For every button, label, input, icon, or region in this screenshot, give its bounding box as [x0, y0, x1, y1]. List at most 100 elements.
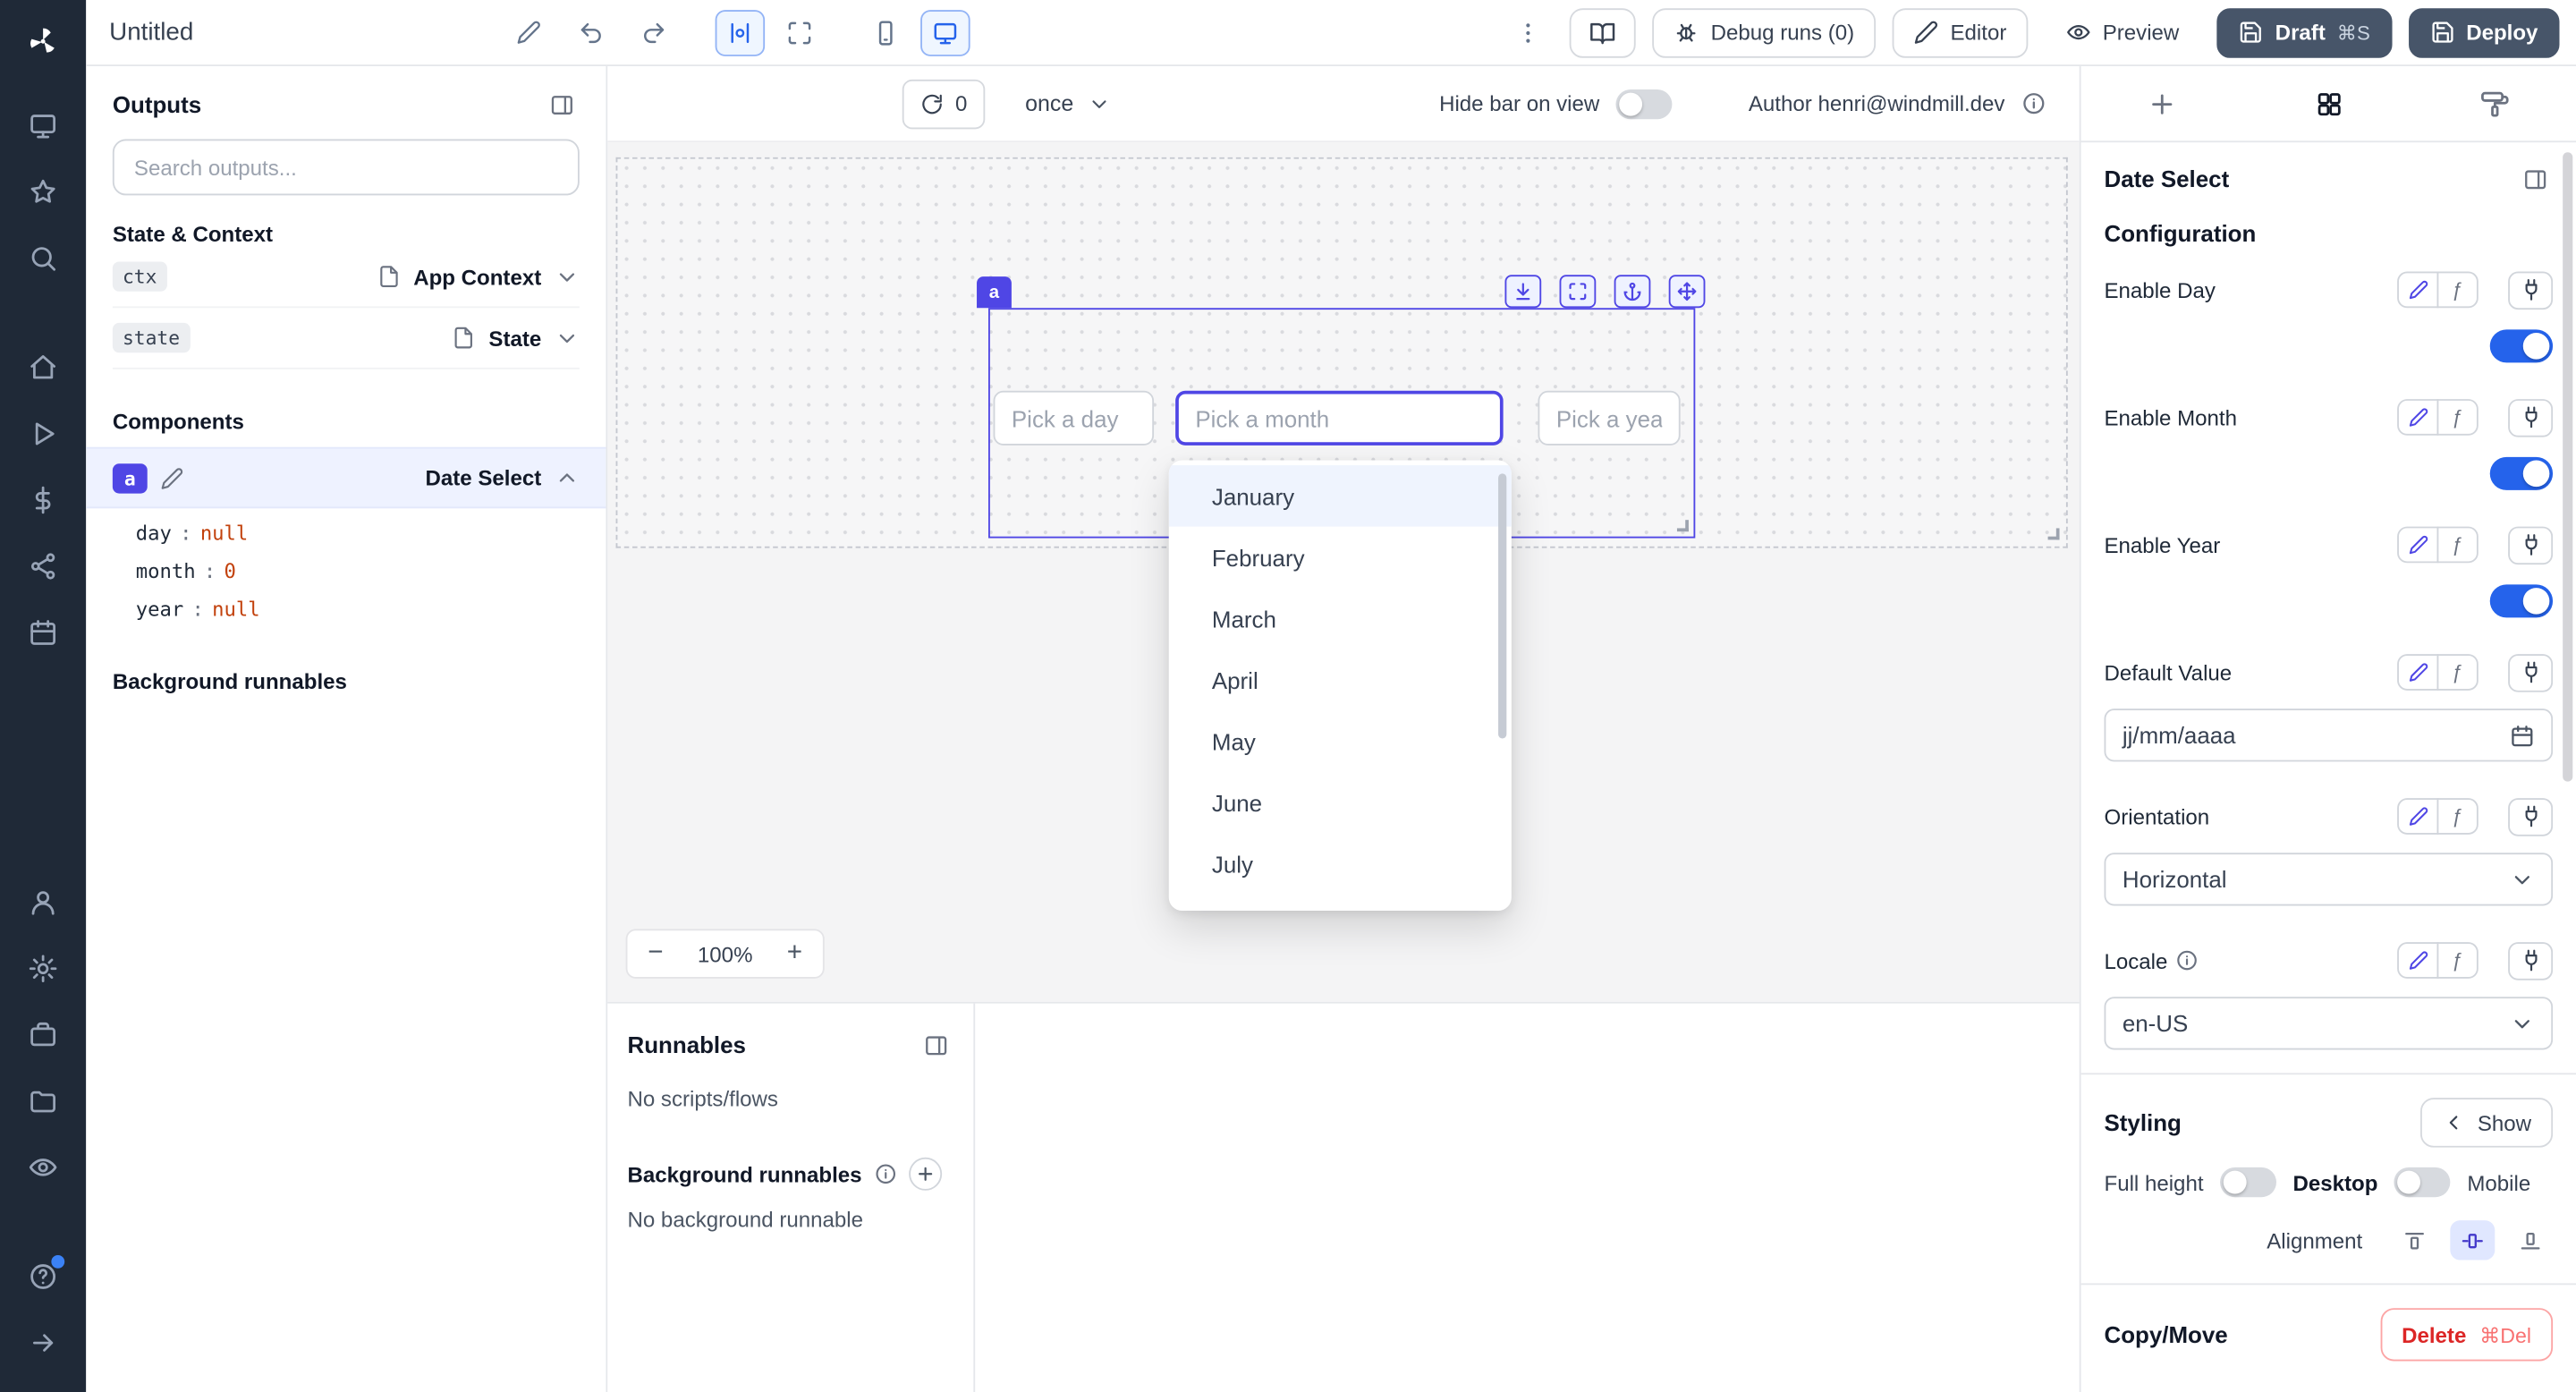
- expand-component-button[interactable]: [1560, 275, 1597, 308]
- sidebar-runs-button[interactable]: [12, 403, 74, 465]
- sidebar-favorites-button[interactable]: [12, 161, 74, 224]
- sidebar-help-button[interactable]: [12, 1245, 74, 1308]
- state-row[interactable]: state State: [113, 308, 580, 369]
- connect-output-button[interactable]: [2508, 526, 2553, 564]
- rename-app-button[interactable]: [504, 9, 554, 55]
- component-row-a[interactable]: a Date Select: [86, 447, 606, 508]
- collapse-outputs-button[interactable]: [543, 86, 580, 123]
- desktop-toggle[interactable]: [2394, 1167, 2451, 1197]
- delete-component-button[interactable]: Delete ⌘Del: [2380, 1308, 2553, 1361]
- sidebar-search-button[interactable]: [12, 227, 74, 290]
- pick-month-input[interactable]: [1175, 391, 1503, 446]
- chevron-down-icon[interactable]: [555, 326, 580, 351]
- info-icon[interactable]: [2021, 91, 2046, 116]
- month-option[interactable]: July: [1169, 833, 1512, 894]
- redo-button[interactable]: [629, 9, 679, 55]
- enable-year-toggle[interactable]: [2490, 584, 2553, 617]
- refresh-interval-dropdown[interactable]: once: [1025, 91, 1110, 116]
- component-tag[interactable]: a: [977, 276, 1012, 308]
- info-icon[interactable]: [2176, 949, 2199, 972]
- more-menu-button[interactable]: [1504, 9, 1554, 55]
- preview-tab-button[interactable]: Preview: [2045, 7, 2200, 57]
- inspector-scrollbar[interactable]: [2563, 152, 2572, 781]
- sidebar-schedules-button[interactable]: [12, 601, 74, 664]
- connect-output-button[interactable]: [2508, 797, 2553, 836]
- zoom-out-button[interactable]: −: [627, 930, 683, 977]
- locale-select[interactable]: en-US: [2104, 997, 2553, 1049]
- frame-resize-handle[interactable]: [2048, 528, 2060, 539]
- desktop-preview-button[interactable]: [920, 9, 970, 55]
- static-editor-button[interactable]: [2397, 942, 2438, 979]
- move-component-button[interactable]: [1669, 275, 1706, 308]
- pencil-icon[interactable]: [160, 466, 183, 489]
- month-option[interactable]: January: [1169, 465, 1512, 526]
- centered-layout-button[interactable]: [716, 9, 766, 55]
- tab-global-styling[interactable]: [2467, 75, 2523, 132]
- align-bottom-button[interactable]: [2508, 1220, 2553, 1260]
- hide-bar-toggle[interactable]: [1616, 89, 1673, 118]
- editor-tab-button[interactable]: Editor: [1893, 7, 2029, 57]
- expression-editor-button[interactable]: ƒ: [2437, 942, 2479, 979]
- tab-insert-component[interactable]: [2134, 75, 2190, 132]
- connect-output-button[interactable]: [2508, 398, 2553, 437]
- deploy-button[interactable]: Deploy: [2408, 7, 2559, 57]
- tab-component-settings[interactable]: [2301, 75, 2357, 132]
- static-editor-button[interactable]: [2397, 798, 2438, 835]
- undo-button[interactable]: [566, 9, 616, 55]
- zoom-in-button[interactable]: +: [767, 930, 823, 977]
- expression-editor-button[interactable]: ƒ: [2437, 798, 2479, 835]
- align-center-button[interactable]: [2450, 1220, 2495, 1260]
- full-height-toggle[interactable]: [2220, 1167, 2276, 1197]
- collapse-runnables-button[interactable]: [917, 1027, 953, 1064]
- connect-output-button[interactable]: [2508, 653, 2553, 692]
- component-resize-handle[interactable]: [1677, 520, 1689, 531]
- sidebar-settings-button[interactable]: [12, 938, 74, 1000]
- save-draft-button[interactable]: Draft⌘S: [2217, 7, 2392, 57]
- month-option[interactable]: August: [1169, 894, 1512, 911]
- static-editor-button[interactable]: [2397, 272, 2438, 309]
- calendar-icon[interactable]: [2510, 723, 2535, 748]
- add-background-runnable-button[interactable]: [908, 1158, 941, 1191]
- expression-editor-button[interactable]: ƒ: [2437, 399, 2479, 436]
- connect-output-button[interactable]: [2508, 271, 2553, 310]
- align-top-button[interactable]: [2393, 1220, 2437, 1260]
- static-editor-button[interactable]: [2397, 527, 2438, 564]
- month-option[interactable]: June: [1169, 772, 1512, 833]
- expression-editor-button[interactable]: ƒ: [2437, 272, 2479, 309]
- expression-editor-button[interactable]: ƒ: [2437, 527, 2479, 564]
- sidebar-apps-button[interactable]: [12, 95, 74, 157]
- show-styling-button[interactable]: Show: [2421, 1098, 2553, 1148]
- sidebar-audit-button[interactable]: [12, 1136, 74, 1199]
- pick-day-input[interactable]: [994, 391, 1155, 446]
- sidebar-resources-button[interactable]: [12, 535, 74, 598]
- refresh-count-button[interactable]: 0: [902, 79, 986, 129]
- sidebar-workers-button[interactable]: [12, 1004, 74, 1066]
- debug-runs-button[interactable]: Debug runs (0): [1653, 7, 1876, 57]
- static-editor-button[interactable]: [2397, 654, 2438, 691]
- orientation-select[interactable]: Horizontal: [2104, 853, 2553, 905]
- sidebar-variables-button[interactable]: [12, 469, 74, 531]
- chevron-up-icon[interactable]: [555, 465, 580, 490]
- expression-editor-button[interactable]: ƒ: [2437, 654, 2479, 691]
- mobile-preview-button[interactable]: [860, 9, 911, 55]
- static-editor-button[interactable]: [2397, 399, 2438, 436]
- windmill-logo[interactable]: [13, 13, 73, 70]
- chevron-down-icon[interactable]: [555, 264, 580, 289]
- fullscreen-layout-button[interactable]: [775, 9, 825, 55]
- enable-month-toggle[interactable]: [2490, 457, 2553, 490]
- sidebar-folders-button[interactable]: [12, 1070, 74, 1133]
- month-option[interactable]: April: [1169, 649, 1512, 710]
- app-title[interactable]: Untitled: [109, 18, 193, 46]
- sidebar-expand-button[interactable]: [12, 1311, 74, 1374]
- sidebar-home-button[interactable]: [12, 336, 74, 399]
- info-icon[interactable]: [873, 1162, 896, 1185]
- connect-output-button[interactable]: [2508, 941, 2553, 980]
- month-option[interactable]: February: [1169, 527, 1512, 588]
- ctx-row[interactable]: ctx App Context: [113, 247, 580, 308]
- collapse-inspector-button[interactable]: [2516, 161, 2553, 198]
- pick-year-input[interactable]: [1538, 391, 1680, 446]
- docs-button[interactable]: [1570, 7, 1636, 57]
- month-option[interactable]: March: [1169, 588, 1512, 649]
- default-value-date-input[interactable]: jj/mm/aaaa: [2104, 709, 2553, 761]
- enable-day-toggle[interactable]: [2490, 329, 2553, 362]
